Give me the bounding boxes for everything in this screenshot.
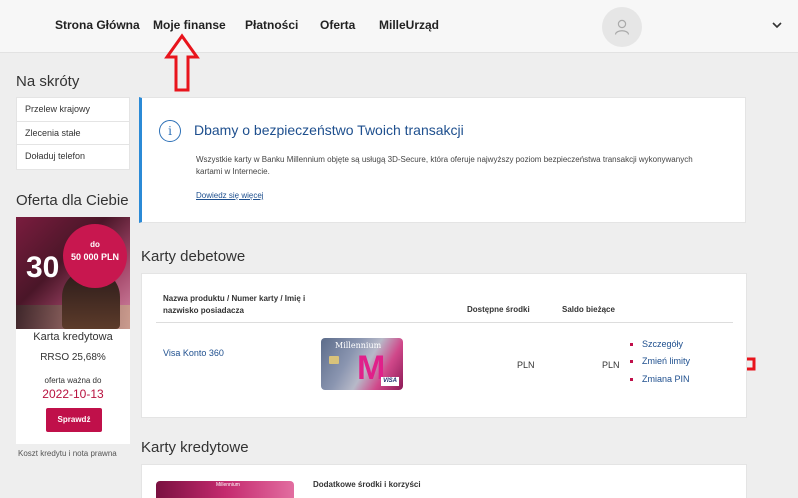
change-pin-link[interactable]: Zmiana PIN bbox=[630, 374, 690, 384]
info-icon: i bbox=[159, 120, 181, 142]
shortcuts-list: Przelew krajowy Zlecenia stałe Doładuj t… bbox=[16, 97, 130, 170]
user-icon bbox=[614, 19, 630, 35]
debit-card-image[interactable]: Millennium M VISA bbox=[321, 338, 403, 390]
debit-cards-panel: Nazwa produktu / Numer karty / Imię i na… bbox=[141, 273, 747, 418]
security-info-card: i Dbamy o bezpieczeństwo Twoich transakc… bbox=[139, 97, 746, 223]
debit-cards-title: Karty debetowe bbox=[141, 248, 246, 265]
header-available: Dostępne środki bbox=[467, 305, 530, 314]
header-product: Nazwa produktu / Numer karty / Imię i na… bbox=[163, 294, 306, 315]
nav-strona-glowna[interactable]: Strona Główna bbox=[55, 18, 140, 32]
credit-row-label: Dodatkowe środki i korzyści bbox=[313, 480, 421, 489]
table-divider bbox=[156, 322, 733, 323]
available-funds-value: PLN bbox=[517, 360, 535, 370]
info-title: Dbamy o bezpieczeństwo Twoich transakcji bbox=[194, 122, 464, 138]
offer-badge-line1: do bbox=[90, 240, 100, 249]
offer-product-name: Karta kredytowa bbox=[33, 331, 113, 343]
credit-card-brand: Millennium bbox=[216, 482, 240, 488]
shortcuts-title: Na skróty bbox=[16, 73, 80, 90]
change-limits-link[interactable]: Zmień limity bbox=[629, 356, 690, 366]
top-navigation: Strona Główna Moje finanse Płatności Ofe… bbox=[0, 0, 798, 53]
red-arrow-up-annotation bbox=[164, 33, 200, 92]
avatar[interactable] bbox=[602, 7, 642, 47]
offer-badge-amount: 50 000 PLN bbox=[70, 252, 120, 262]
shortcut-zlecenia-stale[interactable]: Zlecenia stałe bbox=[17, 122, 129, 145]
offer-card: 30 do 50 000 PLN Karta kredytowa RRSO 25… bbox=[16, 217, 130, 444]
learn-more-link[interactable]: Dowiedz się więcej bbox=[196, 191, 264, 200]
current-balance-value: PLN bbox=[602, 360, 620, 370]
details-link[interactable]: Szczegóły bbox=[629, 339, 683, 349]
offer-check-button[interactable]: Sprawdź bbox=[46, 408, 102, 432]
visa-logo: VISA bbox=[381, 377, 399, 386]
offer-image[interactable]: 30 do 50 000 PLN bbox=[16, 217, 130, 329]
shortcut-doladuj-telefon[interactable]: Doładuj telefon bbox=[17, 145, 129, 169]
header-balance: Saldo bieżące bbox=[562, 305, 615, 314]
nav-milleurzad[interactable]: MilleUrząd bbox=[379, 18, 439, 32]
info-text: Wszystkie karty w Banku Millennium objęt… bbox=[196, 155, 693, 176]
offer-valid-label: oferta ważna do bbox=[44, 376, 102, 385]
offer-badge: do 50 000 PLN bbox=[63, 224, 127, 288]
nav-oferta[interactable]: Oferta bbox=[320, 18, 355, 32]
offer-big-text: 30 bbox=[26, 251, 60, 284]
credit-cards-panel: Millennium Dodatkowe środki i korzyści bbox=[141, 464, 747, 498]
shortcut-przelew-krajowy[interactable]: Przelew krajowy bbox=[17, 98, 129, 122]
product-visa-konto-360[interactable]: Visa Konto 360 bbox=[163, 348, 224, 358]
offer-title: Oferta dla Ciebie bbox=[16, 192, 129, 209]
nav-moje-finanse[interactable]: Moje finanse bbox=[153, 18, 226, 32]
credit-cost-link[interactable]: Koszt kredytu i nota prawna bbox=[18, 449, 117, 458]
offer-valid-date: 2022-10-13 bbox=[42, 387, 104, 401]
credit-cards-title: Karty kredytowe bbox=[141, 439, 249, 456]
credit-card-image[interactable]: Millennium bbox=[156, 481, 294, 498]
card-chip bbox=[329, 356, 339, 364]
offer-rrso: RRSO 25,68% bbox=[40, 352, 106, 363]
chevron-down-icon[interactable] bbox=[770, 18, 784, 32]
nav-platnosci[interactable]: Płatności bbox=[245, 18, 298, 32]
